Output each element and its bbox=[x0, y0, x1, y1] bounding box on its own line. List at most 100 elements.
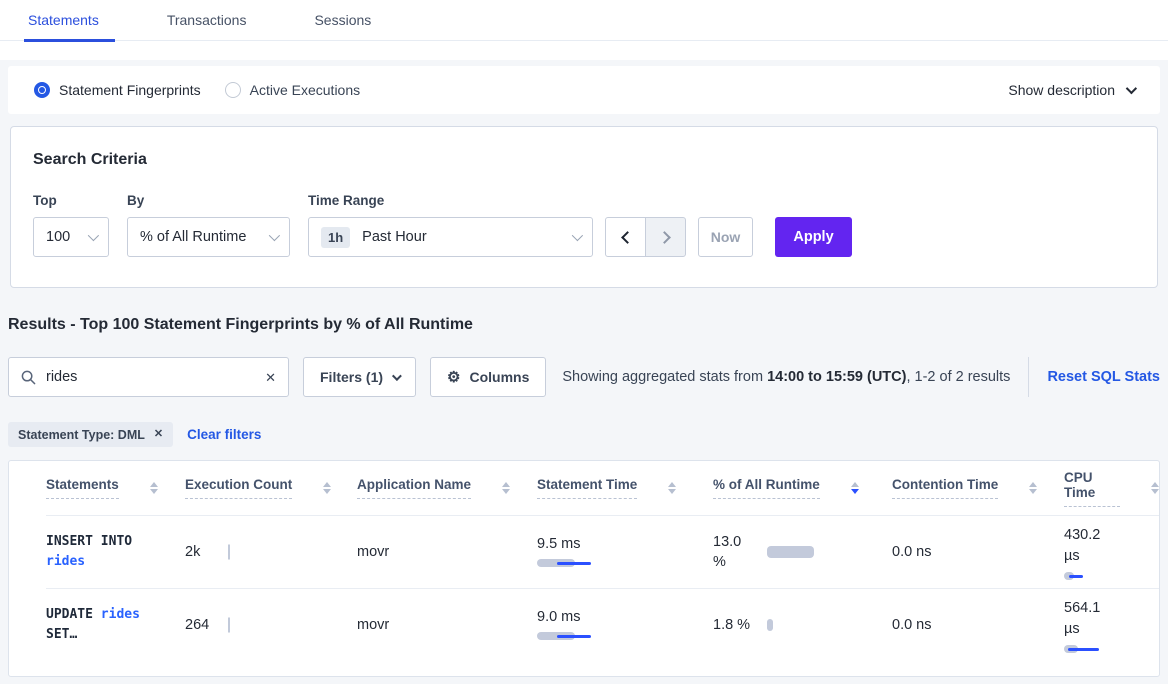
sort-icon[interactable] bbox=[502, 482, 510, 494]
count-bar bbox=[228, 544, 230, 559]
chevron-down-icon bbox=[269, 230, 280, 241]
clear-search-icon[interactable]: ✕ bbox=[265, 371, 276, 384]
chevron-down-icon bbox=[392, 371, 402, 381]
table-row[interactable]: INSERT INTO rides 2k movr 9.5 ms 13.0 % … bbox=[9, 515, 1159, 588]
sort-icon[interactable] bbox=[668, 482, 676, 494]
view-mode-bar: Statement Fingerprints Active Executions… bbox=[8, 66, 1160, 114]
cpu-time-bar bbox=[1064, 645, 1078, 653]
tab-statements[interactable]: Statements bbox=[28, 0, 99, 41]
radio-selected-icon[interactable] bbox=[34, 82, 50, 98]
runtime-pct-cell: 13.0 % bbox=[713, 532, 892, 572]
contention-time-cell: 0.0 ns bbox=[892, 544, 1064, 560]
show-description-toggle[interactable]: Show description bbox=[1008, 82, 1134, 98]
time-range-select[interactable]: 1h Past Hour bbox=[308, 217, 593, 257]
statement-cell[interactable]: INSERT INTO rides bbox=[46, 532, 185, 572]
vertical-divider bbox=[1028, 357, 1029, 397]
remove-filter-icon[interactable]: ✕ bbox=[154, 429, 163, 440]
tab-sessions[interactable]: Sessions bbox=[314, 0, 371, 41]
runtime-pct-bar bbox=[767, 619, 773, 631]
statement-link[interactable]: rides bbox=[46, 554, 85, 569]
showing-stats-text: Showing aggregated stats from 14:00 to 1… bbox=[562, 369, 1010, 385]
statement-time-bar bbox=[537, 632, 575, 640]
col-header-execution-count[interactable]: Execution Count bbox=[185, 477, 357, 499]
chevron-down-icon bbox=[572, 230, 583, 241]
contention-time-cell: 0.0 ns bbox=[892, 617, 1064, 633]
top-label: Top bbox=[33, 193, 109, 208]
reset-sql-stats-link[interactable]: Reset SQL Stats bbox=[1047, 369, 1160, 385]
now-button[interactable]: Now bbox=[698, 217, 753, 257]
application-name-cell: movr bbox=[357, 544, 537, 560]
time-nav-group bbox=[605, 217, 686, 257]
columns-button[interactable]: ⚙ Columns bbox=[430, 357, 546, 397]
radio-active-executions[interactable]: Active Executions bbox=[225, 82, 361, 98]
top-tab-bar: Statements Transactions Sessions bbox=[0, 0, 1168, 41]
col-header-statements[interactable]: Statements bbox=[46, 477, 185, 499]
search-box[interactable]: ✕ bbox=[8, 357, 289, 397]
by-select-value: % of All Runtime bbox=[140, 229, 246, 245]
chevron-left-icon bbox=[621, 231, 634, 244]
clear-filters-link[interactable]: Clear filters bbox=[187, 427, 261, 442]
runtime-pct-cell: 1.8 % bbox=[713, 615, 892, 635]
time-range-value: Past Hour bbox=[362, 229, 426, 245]
table-row[interactable]: UPDATE rides SET… 264 movr 9.0 ms 1.8 % … bbox=[9, 588, 1159, 661]
execution-count-cell: 264 bbox=[185, 617, 357, 633]
count-bar bbox=[228, 617, 230, 632]
by-select[interactable]: % of All Runtime bbox=[127, 217, 290, 257]
apply-button[interactable]: Apply bbox=[775, 217, 852, 257]
radio-statement-fingerprints-label: Statement Fingerprints bbox=[59, 82, 201, 98]
col-header-contention-time[interactable]: Contention Time bbox=[892, 477, 1064, 499]
filter-chip-label: Statement Type: DML bbox=[18, 428, 145, 442]
gear-icon: ⚙ bbox=[447, 370, 460, 385]
columns-button-label: Columns bbox=[469, 369, 529, 385]
radio-statement-fingerprints[interactable]: Statement Fingerprints bbox=[34, 82, 201, 98]
sort-icon[interactable] bbox=[323, 482, 331, 494]
time-range-badge: 1h bbox=[321, 227, 350, 248]
statement-cell[interactable]: UPDATE rides SET… bbox=[46, 605, 185, 645]
runtime-pct-bar bbox=[767, 546, 814, 558]
col-header-statement-time[interactable]: Statement Time bbox=[537, 477, 713, 499]
by-label: By bbox=[127, 193, 290, 208]
search-input[interactable] bbox=[46, 369, 255, 385]
search-icon bbox=[21, 370, 36, 385]
radio-active-executions-label: Active Executions bbox=[250, 82, 361, 98]
sort-icon-active-desc[interactable] bbox=[851, 482, 859, 494]
showing-stats-range: 14:00 to 15:59 (UTC) bbox=[767, 369, 906, 385]
header-spacer bbox=[0, 41, 1168, 60]
col-header-pct-all-runtime[interactable]: % of All Runtime bbox=[713, 477, 892, 499]
top-select-value: 100 bbox=[46, 229, 70, 245]
statement-time-cell: 9.5 ms bbox=[537, 536, 713, 567]
search-criteria-card: Search Criteria Top 100 By % of All Runt… bbox=[10, 126, 1158, 288]
top-select[interactable]: 100 bbox=[33, 217, 109, 257]
top-group: Top 100 bbox=[33, 193, 109, 257]
show-description-label: Show description bbox=[1008, 82, 1115, 98]
sort-icon[interactable] bbox=[1151, 482, 1159, 494]
sort-icon[interactable] bbox=[150, 482, 158, 494]
statement-time-cell: 9.0 ms bbox=[537, 609, 713, 640]
tab-transactions[interactable]: Transactions bbox=[167, 0, 247, 41]
time-range-group: Time Range 1h Past Hour bbox=[308, 193, 593, 257]
sort-icon[interactable] bbox=[1029, 482, 1037, 494]
application-name-cell: movr bbox=[357, 617, 537, 633]
cpu-time-bar bbox=[1064, 572, 1074, 580]
chevron-right-icon bbox=[658, 231, 671, 244]
time-prev-button[interactable] bbox=[605, 217, 646, 257]
statement-link[interactable]: rides bbox=[101, 607, 140, 622]
time-range-label: Time Range bbox=[308, 193, 593, 208]
statements-table: Statements Execution Count Application N… bbox=[8, 460, 1160, 677]
search-criteria-title: Search Criteria bbox=[33, 151, 1135, 169]
table-header-row: Statements Execution Count Application N… bbox=[9, 461, 1159, 515]
chevron-down-icon bbox=[88, 230, 99, 241]
radio-unselected-icon[interactable] bbox=[225, 82, 241, 98]
by-group: By % of All Runtime bbox=[127, 193, 290, 257]
cpu-time-cell: 430.2 µs bbox=[1064, 515, 1159, 580]
cpu-time-cell: 564.1 µs bbox=[1064, 588, 1159, 653]
time-next-button[interactable] bbox=[645, 217, 686, 257]
col-header-application-name[interactable]: Application Name bbox=[357, 477, 537, 499]
statement-time-bar bbox=[537, 559, 575, 567]
filters-button[interactable]: Filters (1) bbox=[303, 357, 416, 397]
col-header-cpu-time[interactable]: CPU Time bbox=[1064, 470, 1159, 507]
filters-button-label: Filters (1) bbox=[320, 369, 383, 385]
chevron-down-icon bbox=[1126, 83, 1137, 94]
filter-chip-row: Statement Type: DML ✕ Clear filters bbox=[8, 422, 1168, 447]
filter-chip-statement-type[interactable]: Statement Type: DML ✕ bbox=[8, 422, 173, 447]
